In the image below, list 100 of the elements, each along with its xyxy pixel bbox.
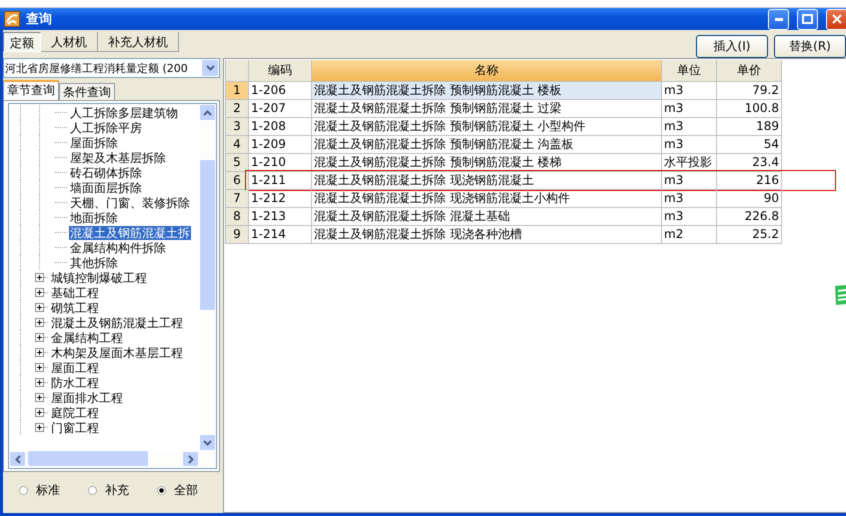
tree-item[interactable]: 屋面排水工程 bbox=[50, 390, 124, 404]
tree-item[interactable]: 木构架及屋面木基层工程 bbox=[50, 346, 184, 360]
tree-item[interactable]: 地面拆除 bbox=[69, 210, 119, 224]
table-cell: 混凝土及钢筋混凝土拆除 现浇各种池槽 bbox=[312, 226, 662, 244]
row-number: 8 bbox=[226, 208, 249, 226]
column-header[interactable]: 单价 bbox=[717, 60, 782, 82]
table-cell: 54 bbox=[717, 136, 782, 154]
table-cell: 1-214 bbox=[249, 226, 312, 244]
table-cell: 水平投影 bbox=[662, 154, 717, 172]
tree-item[interactable]: 门窗工程 bbox=[50, 420, 100, 434]
vertical-scrollbar[interactable] bbox=[199, 104, 216, 451]
expand-icon[interactable] bbox=[35, 378, 44, 387]
row-number: 4 bbox=[226, 136, 249, 154]
minimize-icon bbox=[774, 18, 782, 20]
tree-item[interactable]: 人工拆除平房 bbox=[69, 120, 143, 134]
tab[interactable]: 定额 bbox=[3, 32, 41, 52]
table-cell: 25.2 bbox=[717, 226, 782, 244]
tree-item[interactable]: 基础工程 bbox=[50, 286, 100, 300]
table-cell: m3 bbox=[662, 208, 717, 226]
maximize-icon bbox=[802, 14, 813, 24]
tree-item[interactable]: 防水工程 bbox=[50, 376, 100, 390]
tree-item[interactable]: 金属结构工程 bbox=[50, 330, 124, 344]
row-number: 6 bbox=[226, 172, 249, 190]
row-number: 7 bbox=[226, 190, 249, 208]
expand-icon[interactable] bbox=[35, 273, 44, 282]
table-cell: 1-207 bbox=[249, 100, 312, 118]
table-cell: 226.8 bbox=[717, 208, 782, 226]
expand-icon[interactable] bbox=[35, 408, 44, 417]
table-cell: 混凝土及钢筋混凝土拆除 预制钢筋混凝土 楼梯 bbox=[312, 154, 662, 172]
table-cell: 混凝土及钢筋混凝土拆除 现浇钢筋混凝土 bbox=[312, 172, 662, 190]
tree-item[interactable]: 城镇控制爆破工程 bbox=[50, 270, 148, 284]
row-number: 1 bbox=[226, 82, 249, 100]
tree-item[interactable]: 混凝土及钢筋混凝土拆 bbox=[69, 226, 191, 240]
table-cell: m3 bbox=[662, 136, 717, 154]
expand-icon[interactable] bbox=[35, 303, 44, 312]
close-icon bbox=[832, 14, 842, 24]
expand-icon[interactable] bbox=[35, 423, 44, 432]
tree-item[interactable]: 混凝土及钢筋混凝土工程 bbox=[50, 316, 184, 330]
expand-icon[interactable] bbox=[35, 393, 44, 402]
tree-item[interactable]: 其他拆除 bbox=[69, 256, 119, 270]
tree-item[interactable]: 屋面工程 bbox=[50, 360, 100, 374]
table-cell: 1-208 bbox=[249, 118, 312, 136]
horizontal-scrollbar[interactable] bbox=[8, 451, 217, 469]
column-header[interactable]: 单位 bbox=[662, 60, 717, 82]
tree-item[interactable]: 天棚、门窗、装修拆除 bbox=[69, 196, 191, 210]
tree-item[interactable]: 金属结构构件拆除 bbox=[69, 240, 167, 254]
caret-icon bbox=[206, 65, 214, 71]
tree-item[interactable]: 屋架及木基层拆除 bbox=[69, 150, 167, 164]
tab[interactable]: 人材机 bbox=[41, 32, 98, 52]
table-cell: 混凝土及钢筋混凝土拆除 预制钢筋混凝土 楼板 bbox=[312, 82, 662, 100]
action-button[interactable]: 替换(R) bbox=[774, 35, 846, 58]
table-cell: 216 bbox=[717, 172, 782, 190]
table-cell: 189 bbox=[717, 118, 782, 136]
close-button[interactable] bbox=[826, 8, 846, 30]
table-cell: 23.4 bbox=[717, 154, 782, 172]
table-cell: m3 bbox=[662, 118, 717, 136]
expand-icon[interactable] bbox=[35, 288, 44, 297]
table-cell: m3 bbox=[662, 172, 717, 190]
row-number: 5 bbox=[226, 154, 249, 172]
app-icon bbox=[4, 11, 20, 27]
table-cell: m2 bbox=[662, 226, 717, 244]
table-cell: 混凝土及钢筋混凝土拆除 预制钢筋混凝土 小型构件 bbox=[312, 118, 662, 136]
radio-button[interactable]: 全部 bbox=[157, 482, 198, 499]
radio-button[interactable]: 补充 bbox=[88, 482, 129, 499]
tab[interactable]: 章节查询 bbox=[3, 80, 59, 100]
tree-item[interactable]: 庭院工程 bbox=[50, 406, 100, 420]
table-cell: 79.2 bbox=[717, 82, 782, 100]
expand-icon[interactable] bbox=[35, 318, 44, 327]
row-number: 2 bbox=[226, 100, 249, 118]
table-cell: m3 bbox=[662, 100, 717, 118]
tab[interactable]: 补充人材机 bbox=[98, 32, 179, 52]
tree-item[interactable]: 砖石砌体拆除 bbox=[69, 166, 143, 180]
expand-icon[interactable] bbox=[35, 348, 44, 357]
table-cell: 混凝土及钢筋混凝土拆除 预制钢筋混凝土 过梁 bbox=[312, 100, 662, 118]
table-cell: 100.8 bbox=[717, 100, 782, 118]
tree-item[interactable]: 人工拆除多层建筑物 bbox=[69, 106, 179, 120]
table-cell: 1-211 bbox=[249, 172, 312, 190]
action-button[interactable]: 插入(I) bbox=[696, 35, 768, 58]
table-cell: 混凝土及钢筋混凝土拆除 现浇钢筋混凝土小构件 bbox=[312, 190, 662, 208]
table-cell: m3 bbox=[662, 82, 717, 100]
tab[interactable]: 条件查询 bbox=[59, 83, 115, 100]
maximize-button[interactable] bbox=[797, 8, 818, 30]
table-cell: 混凝土及钢筋混凝土拆除 混凝土基础 bbox=[312, 208, 662, 226]
table-cell: 1-212 bbox=[249, 190, 312, 208]
row-number: 9 bbox=[226, 226, 249, 244]
table-cell: 1-213 bbox=[249, 208, 312, 226]
table-cell: m3 bbox=[662, 190, 717, 208]
tree-item[interactable]: 屋面拆除 bbox=[69, 136, 119, 150]
table-cell: 1-209 bbox=[249, 136, 312, 154]
column-header[interactable]: 名称 bbox=[312, 60, 662, 82]
table-cell: 90 bbox=[717, 190, 782, 208]
table-cell: 混凝土及钢筋混凝土拆除 预制钢筋混凝土 沟盖板 bbox=[312, 136, 662, 154]
expand-icon[interactable] bbox=[35, 363, 44, 372]
radio-button[interactable]: 标准 bbox=[19, 482, 60, 499]
expand-icon[interactable] bbox=[35, 333, 44, 342]
tree-item[interactable]: 墙面面层拆除 bbox=[69, 180, 143, 194]
dropdown[interactable]: 河北省房屋修缮工程消耗量定额 (200 bbox=[3, 58, 220, 78]
minimize-button[interactable] bbox=[768, 8, 789, 30]
tree-item[interactable]: 砌筑工程 bbox=[50, 300, 100, 314]
column-header[interactable]: 编码 bbox=[249, 60, 312, 82]
